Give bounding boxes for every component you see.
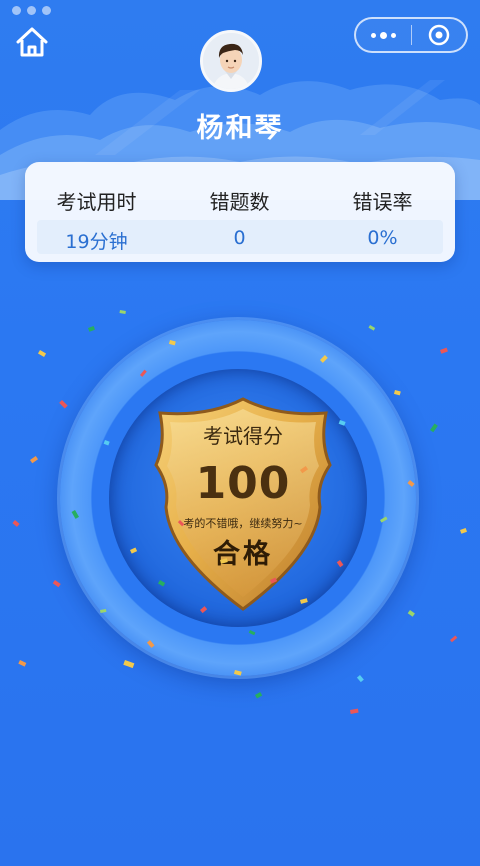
score-badge-area: 考试得分 100 考的不错哦，继续努力~ 合格 (0, 290, 480, 750)
user-name: 杨和琴 (196, 113, 284, 144)
stat-label: 错误率 (352, 190, 413, 214)
score-value: 100 (195, 458, 291, 509)
score-message: 考的不错哦，继续努力~ (183, 517, 303, 530)
home-button[interactable] (12, 24, 52, 60)
target-close-icon (428, 24, 449, 46)
stat-value: 0 (233, 227, 246, 249)
stat-value: 0% (367, 227, 398, 249)
stat-error-rate: 错误率 0% (311, 162, 454, 249)
stat-value: 19分钟 (65, 231, 128, 253)
more-button[interactable] (356, 19, 411, 51)
score-title: 考试得分 (203, 424, 283, 448)
avatar[interactable] (200, 30, 262, 92)
window-dots (12, 6, 51, 15)
stat-label: 考试用时 (56, 190, 137, 214)
stat-label: 错题数 (209, 190, 270, 214)
stat-exam-time: 考试用时 19分钟 (25, 162, 168, 254)
dot (42, 6, 51, 15)
stat-wrong-count: 错题数 0 (168, 162, 311, 249)
home-icon (16, 27, 48, 57)
mini-program-capsule (354, 17, 468, 53)
score-result: 合格 (213, 539, 273, 570)
dot (27, 6, 36, 15)
more-dots-icon (369, 31, 398, 39)
stats-card: 考试用时 19分钟 错题数 0 错误率 0% (25, 162, 455, 262)
avatar-boy-icon (203, 33, 259, 89)
close-button[interactable] (412, 19, 467, 51)
dot (12, 6, 21, 15)
